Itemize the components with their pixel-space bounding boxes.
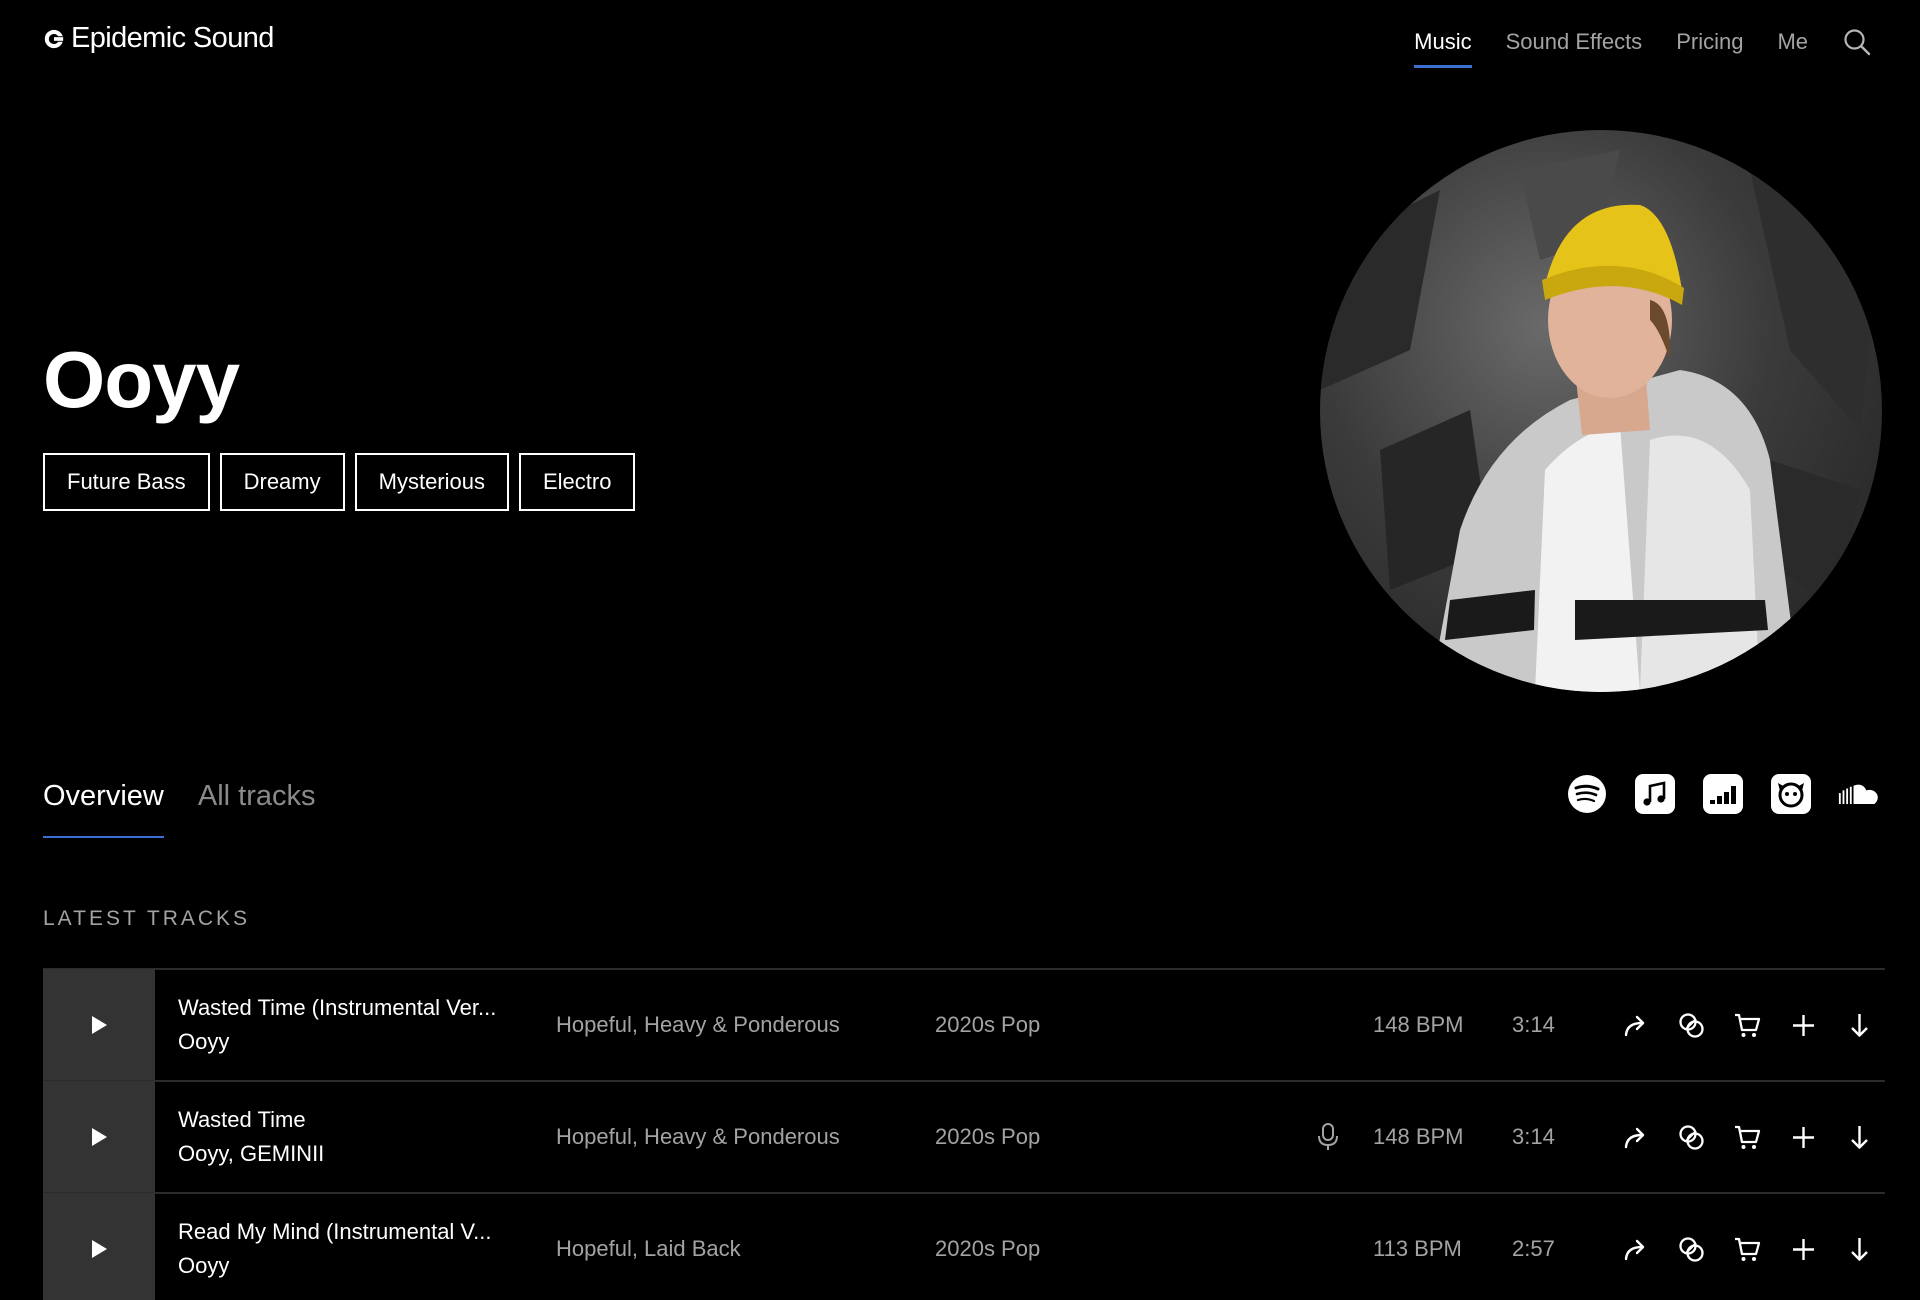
track-bpm: 113 BPM: [1373, 1236, 1462, 1261]
track-title[interactable]: Wasted Time (Instrumental Ver...: [178, 995, 533, 1021]
genre-tags: Future Bass Dreamy Mysterious Electro: [43, 453, 636, 511]
cart-icon[interactable]: [1732, 1122, 1763, 1153]
artist-name: Ooyy: [43, 335, 240, 424]
track-artist-link[interactable]: GEMINII: [240, 1141, 324, 1166]
genre-tag[interactable]: Mysterious: [354, 453, 509, 511]
track-list: Wasted Time (Instrumental Ver... Ooyy Ho…: [43, 968, 1885, 1300]
add-icon[interactable]: [1788, 1010, 1819, 1041]
track-artists: Ooyy: [178, 1029, 533, 1055]
play-icon: [92, 1240, 107, 1258]
genre-tag[interactable]: Dreamy: [219, 453, 345, 511]
track-artist-link[interactable]: Ooyy: [178, 1253, 229, 1278]
brand-name: Epidemic Sound: [71, 22, 274, 54]
latest-tracks-heading: LATEST TRACKS: [43, 907, 251, 930]
track-actions: [1620, 1234, 1875, 1265]
track-genre[interactable]: 2020s Pop: [935, 1124, 1040, 1150]
track-bpm: 148 BPM: [1373, 1124, 1464, 1149]
track-genre[interactable]: 2020s Pop: [935, 1012, 1040, 1038]
share-icon[interactable]: [1620, 1010, 1651, 1041]
apple-music-icon[interactable]: [1634, 773, 1676, 815]
soundcloud-icon[interactable]: [1838, 773, 1880, 815]
tab-overview[interactable]: Overview: [43, 780, 164, 838]
track-row: Wasted Time Ooyy, GEMINII Hopeful, Heavy…: [43, 1080, 1885, 1193]
streaming-links: [1566, 773, 1880, 815]
track-duration: 3:14: [1512, 1124, 1555, 1149]
download-icon[interactable]: [1844, 1010, 1875, 1041]
similar-tracks-icon[interactable]: [1676, 1010, 1707, 1041]
track-mood[interactable]: Hopeful, Heavy & Ponderous: [556, 1124, 840, 1150]
track-duration: 3:14: [1512, 1012, 1555, 1037]
genre-tag[interactable]: Future Bass: [43, 453, 210, 511]
track-info: Wasted Time Ooyy, GEMINII: [178, 1107, 533, 1167]
track-mood[interactable]: Hopeful, Laid Back: [556, 1236, 741, 1262]
track-title[interactable]: Wasted Time: [178, 1107, 533, 1133]
brand-logo[interactable]: Epidemic Sound: [43, 22, 274, 55]
play-icon: [92, 1016, 107, 1034]
nav-item-sound-effects[interactable]: Sound Effects: [1506, 26, 1643, 68]
similar-tracks-icon[interactable]: [1676, 1122, 1707, 1153]
track-mood[interactable]: Hopeful, Heavy & Ponderous: [556, 1012, 840, 1038]
search-icon[interactable]: [1842, 27, 1872, 57]
deezer-icon[interactable]: [1702, 773, 1744, 815]
artist-tabs: Overview All tracks: [43, 780, 316, 838]
track-row: Read My Mind (Instrumental V... Ooyy Hop…: [43, 1192, 1885, 1300]
play-button[interactable]: [43, 1081, 155, 1193]
play-button[interactable]: [43, 1193, 155, 1300]
cart-icon[interactable]: [1732, 1010, 1763, 1041]
download-icon[interactable]: [1844, 1122, 1875, 1153]
track-artists: Ooyy, GEMINII: [178, 1141, 533, 1167]
nav-item-pricing[interactable]: Pricing: [1676, 26, 1743, 68]
add-icon[interactable]: [1788, 1234, 1819, 1265]
play-icon: [92, 1128, 107, 1146]
track-row: Wasted Time (Instrumental Ver... Ooyy Ho…: [43, 968, 1885, 1081]
nav-item-me[interactable]: Me: [1777, 26, 1808, 68]
cart-icon[interactable]: [1732, 1234, 1763, 1265]
track-actions: [1620, 1122, 1875, 1153]
track-genre[interactable]: 2020s Pop: [935, 1236, 1040, 1262]
track-actions: [1620, 1010, 1875, 1041]
track-artists: Ooyy: [178, 1253, 533, 1279]
track-duration: 2:57: [1512, 1236, 1555, 1261]
main-nav: Music Sound Effects Pricing Me: [1380, 26, 1872, 68]
napster-icon[interactable]: [1770, 773, 1812, 815]
add-icon[interactable]: [1788, 1122, 1819, 1153]
spotify-icon[interactable]: [1566, 773, 1608, 815]
artist-photo: [1320, 150, 1880, 692]
play-button[interactable]: [43, 969, 155, 1081]
artist-portrait: [1320, 130, 1882, 692]
track-artist-link[interactable]: Ooyy: [178, 1029, 229, 1054]
track-info: Read My Mind (Instrumental V... Ooyy: [178, 1219, 533, 1279]
track-title[interactable]: Read My Mind (Instrumental V...: [178, 1219, 533, 1245]
microphone-icon: [1318, 1123, 1338, 1150]
share-icon[interactable]: [1620, 1122, 1651, 1153]
track-bpm: 148 BPM: [1373, 1012, 1464, 1037]
track-info: Wasted Time (Instrumental Ver... Ooyy: [178, 995, 533, 1055]
epidemic-logo-icon: [44, 29, 64, 48]
genre-tag[interactable]: Electro: [518, 453, 636, 511]
track-artist-link[interactable]: Ooyy: [178, 1141, 228, 1166]
artist-separator: ,: [227, 1141, 240, 1166]
similar-tracks-icon[interactable]: [1676, 1234, 1707, 1265]
artist-page: Epidemic Sound Music Sound Effects Prici…: [0, 0, 1920, 1300]
share-icon[interactable]: [1620, 1234, 1651, 1265]
tab-all-tracks[interactable]: All tracks: [198, 780, 316, 838]
nav-item-music[interactable]: Music: [1414, 26, 1473, 68]
download-icon[interactable]: [1844, 1234, 1875, 1265]
